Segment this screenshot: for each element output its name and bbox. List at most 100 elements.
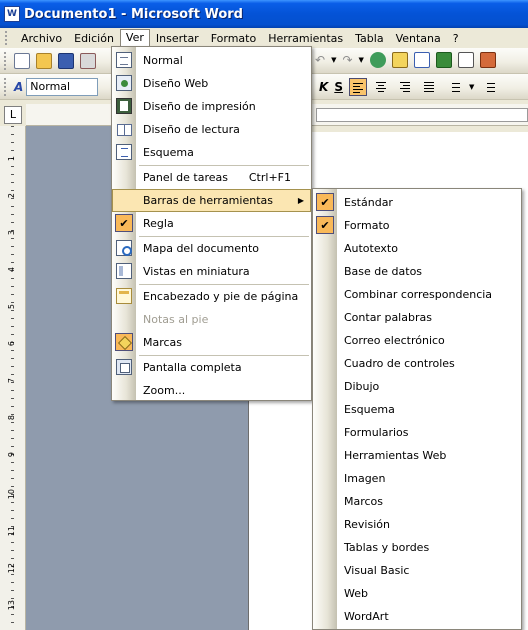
ruler-number: 7 xyxy=(7,378,16,384)
submenu-item-marcos[interactable]: Marcos xyxy=(313,490,521,513)
menu-ver[interactable]: Ver xyxy=(119,29,150,47)
vertical-ruler[interactable]: 1 2 3 4 5 6 7 8 9 10 11 12 13 xyxy=(0,126,26,630)
menu-item-mapa-documento[interactable]: Mapa del documento xyxy=(112,237,311,260)
insert-table-icon[interactable] xyxy=(413,52,430,68)
hyperlink-icon[interactable] xyxy=(369,52,386,68)
submenu-item-wordart[interactable]: WordArt xyxy=(313,605,521,628)
window-title: Documento1 - Microsoft Word xyxy=(24,6,243,22)
insert-excel-icon[interactable] xyxy=(435,52,452,68)
numbering-icon[interactable] xyxy=(480,78,498,96)
submenu-item-dibujo[interactable]: Dibujo xyxy=(313,375,521,398)
align-right-icon[interactable] xyxy=(397,78,415,96)
submenu-item-label: Combinar correspondencia xyxy=(344,288,493,301)
menu-edicion[interactable]: Edición xyxy=(68,30,120,47)
open-folder-icon[interactable] xyxy=(36,52,52,69)
menu-item-zoom[interactable]: Zoom... xyxy=(112,379,311,402)
justify-icon[interactable] xyxy=(421,78,439,96)
submenu-item-label: Visual Basic xyxy=(344,564,410,577)
ruler-tick xyxy=(11,470,14,471)
drawing-icon[interactable] xyxy=(479,52,496,68)
menu-item-label: Diseño Web xyxy=(143,77,209,90)
dropdown-arrow-icon[interactable]: ▼ xyxy=(331,56,336,64)
submenu-item-cuadro-de-controles[interactable]: Cuadro de controles xyxy=(313,352,521,375)
menu-insertar[interactable]: Insertar xyxy=(150,30,205,47)
submenu-item-label: Revisión xyxy=(344,518,390,531)
ruler-tick xyxy=(11,182,14,183)
menu-item-diseno-impresion[interactable]: Diseño de impresión xyxy=(112,95,311,118)
ruler-tick xyxy=(11,374,14,375)
submenu-item-autotexto[interactable]: Autotexto xyxy=(313,237,521,260)
permission-icon[interactable] xyxy=(80,52,96,69)
menu-item-label: Esquema xyxy=(143,146,194,159)
ruler-tick xyxy=(11,318,14,319)
new-document-icon[interactable] xyxy=(14,52,30,69)
dropdown-arrow-icon[interactable]: ▼ xyxy=(469,83,474,91)
undo-icon[interactable]: ↶ xyxy=(315,53,325,67)
ruler-tick xyxy=(11,462,14,463)
submenu-item-label: Dibujo xyxy=(344,380,380,393)
submenu-item-contar-palabras[interactable]: Contar palabras xyxy=(313,306,521,329)
submenu-item-est-ndar[interactable]: ✔ Estándar xyxy=(313,191,521,214)
align-left-icon[interactable] xyxy=(348,78,367,96)
line-spacing-icon[interactable] xyxy=(445,78,463,96)
submenu-item-revisi-n[interactable]: Revisión xyxy=(313,513,521,536)
align-center-icon[interactable] xyxy=(373,78,391,96)
submenu-item-combinar-correspondencia[interactable]: Combinar correspondencia xyxy=(313,283,521,306)
menu-herramientas[interactable]: Herramientas xyxy=(262,30,349,47)
columns-icon[interactable] xyxy=(457,52,474,68)
menu-item-diseno-lectura[interactable]: Diseño de lectura xyxy=(112,118,311,141)
menu-item-esquema[interactable]: Esquema xyxy=(112,141,311,164)
dropdown-arrow-icon[interactable]: ▼ xyxy=(359,56,364,64)
submenu-item-web[interactable]: Web xyxy=(313,582,521,605)
ruler-tick xyxy=(11,246,14,247)
submenu-item-base-de-datos[interactable]: Base de datos xyxy=(313,260,521,283)
submenu-item-formato[interactable]: ✔ Formato xyxy=(313,214,521,237)
menu-ayuda[interactable]: ? xyxy=(447,30,465,47)
toolbar-grip[interactable] xyxy=(4,77,7,96)
menu-ventana[interactable]: Ventana xyxy=(390,30,447,47)
ruler-tick xyxy=(11,358,14,359)
submenu-item-esquema[interactable]: Esquema xyxy=(313,398,521,421)
submenu-item-herramientas-web[interactable]: Herramientas Web xyxy=(313,444,521,467)
menu-archivo[interactable]: Archivo xyxy=(15,30,68,47)
toolbar-grip[interactable] xyxy=(4,51,7,70)
ruler-number: 13 xyxy=(7,600,16,611)
redo-icon[interactable]: ↷ xyxy=(342,53,352,67)
tables-borders-icon[interactable] xyxy=(391,52,408,68)
submenu-item-label: Web xyxy=(344,587,368,600)
ruler-tick xyxy=(11,214,14,215)
title-bar[interactable]: W Documento1 - Microsoft Word xyxy=(0,0,528,28)
menubar-grip[interactable] xyxy=(5,31,9,45)
italic-button[interactable]: K xyxy=(319,80,328,94)
submenu-item-label: Imagen xyxy=(344,472,386,485)
menu-item-panel-tareas[interactable]: Panel de tareas Ctrl+F1 xyxy=(112,166,311,189)
style-select[interactable]: Normal xyxy=(26,77,99,96)
underline-button[interactable]: S xyxy=(334,80,343,94)
submenu-item-formularios[interactable]: Formularios xyxy=(313,421,521,444)
ruler-tick xyxy=(11,366,14,367)
menu-item-marcas[interactable]: Marcas xyxy=(112,331,311,354)
submenu-item-tablas-y-bordes[interactable]: Tablas y bordes xyxy=(313,536,521,559)
ruler-tick xyxy=(11,190,14,191)
menu-item-barras-herramientas[interactable]: Barras de herramientas ▶ xyxy=(112,189,311,212)
menu-formato[interactable]: Formato xyxy=(205,30,263,47)
menu-tabla[interactable]: Tabla xyxy=(349,30,389,47)
tab-selector[interactable]: L xyxy=(4,106,22,124)
ruler-tick xyxy=(11,622,14,623)
web-layout-icon xyxy=(116,75,132,91)
ruler-number: 1 xyxy=(7,156,16,162)
menu-item-encabezado[interactable]: Encabezado y pie de página xyxy=(112,285,311,308)
menu-item-diseno-web[interactable]: Diseño Web xyxy=(112,72,311,95)
submenu-item-imagen[interactable]: Imagen xyxy=(313,467,521,490)
styles-pane-icon[interactable]: A xyxy=(14,80,23,94)
submenu-item-correo-electr-nico[interactable]: Correo electrónico xyxy=(313,329,521,352)
menu-item-normal[interactable]: Normal xyxy=(112,49,311,72)
menu-item-pantalla-completa[interactable]: Pantalla completa xyxy=(112,356,311,379)
menu-item-regla[interactable]: ✔ Regla xyxy=(112,212,311,235)
save-icon[interactable] xyxy=(58,52,74,69)
submenu-item-visual-basic[interactable]: Visual Basic xyxy=(313,559,521,582)
ruler-tick xyxy=(11,574,14,575)
menu-item-vistas-miniatura[interactable]: Vistas en miniatura xyxy=(112,260,311,283)
ruler-tick xyxy=(11,254,14,255)
ruler-tick xyxy=(11,238,14,239)
